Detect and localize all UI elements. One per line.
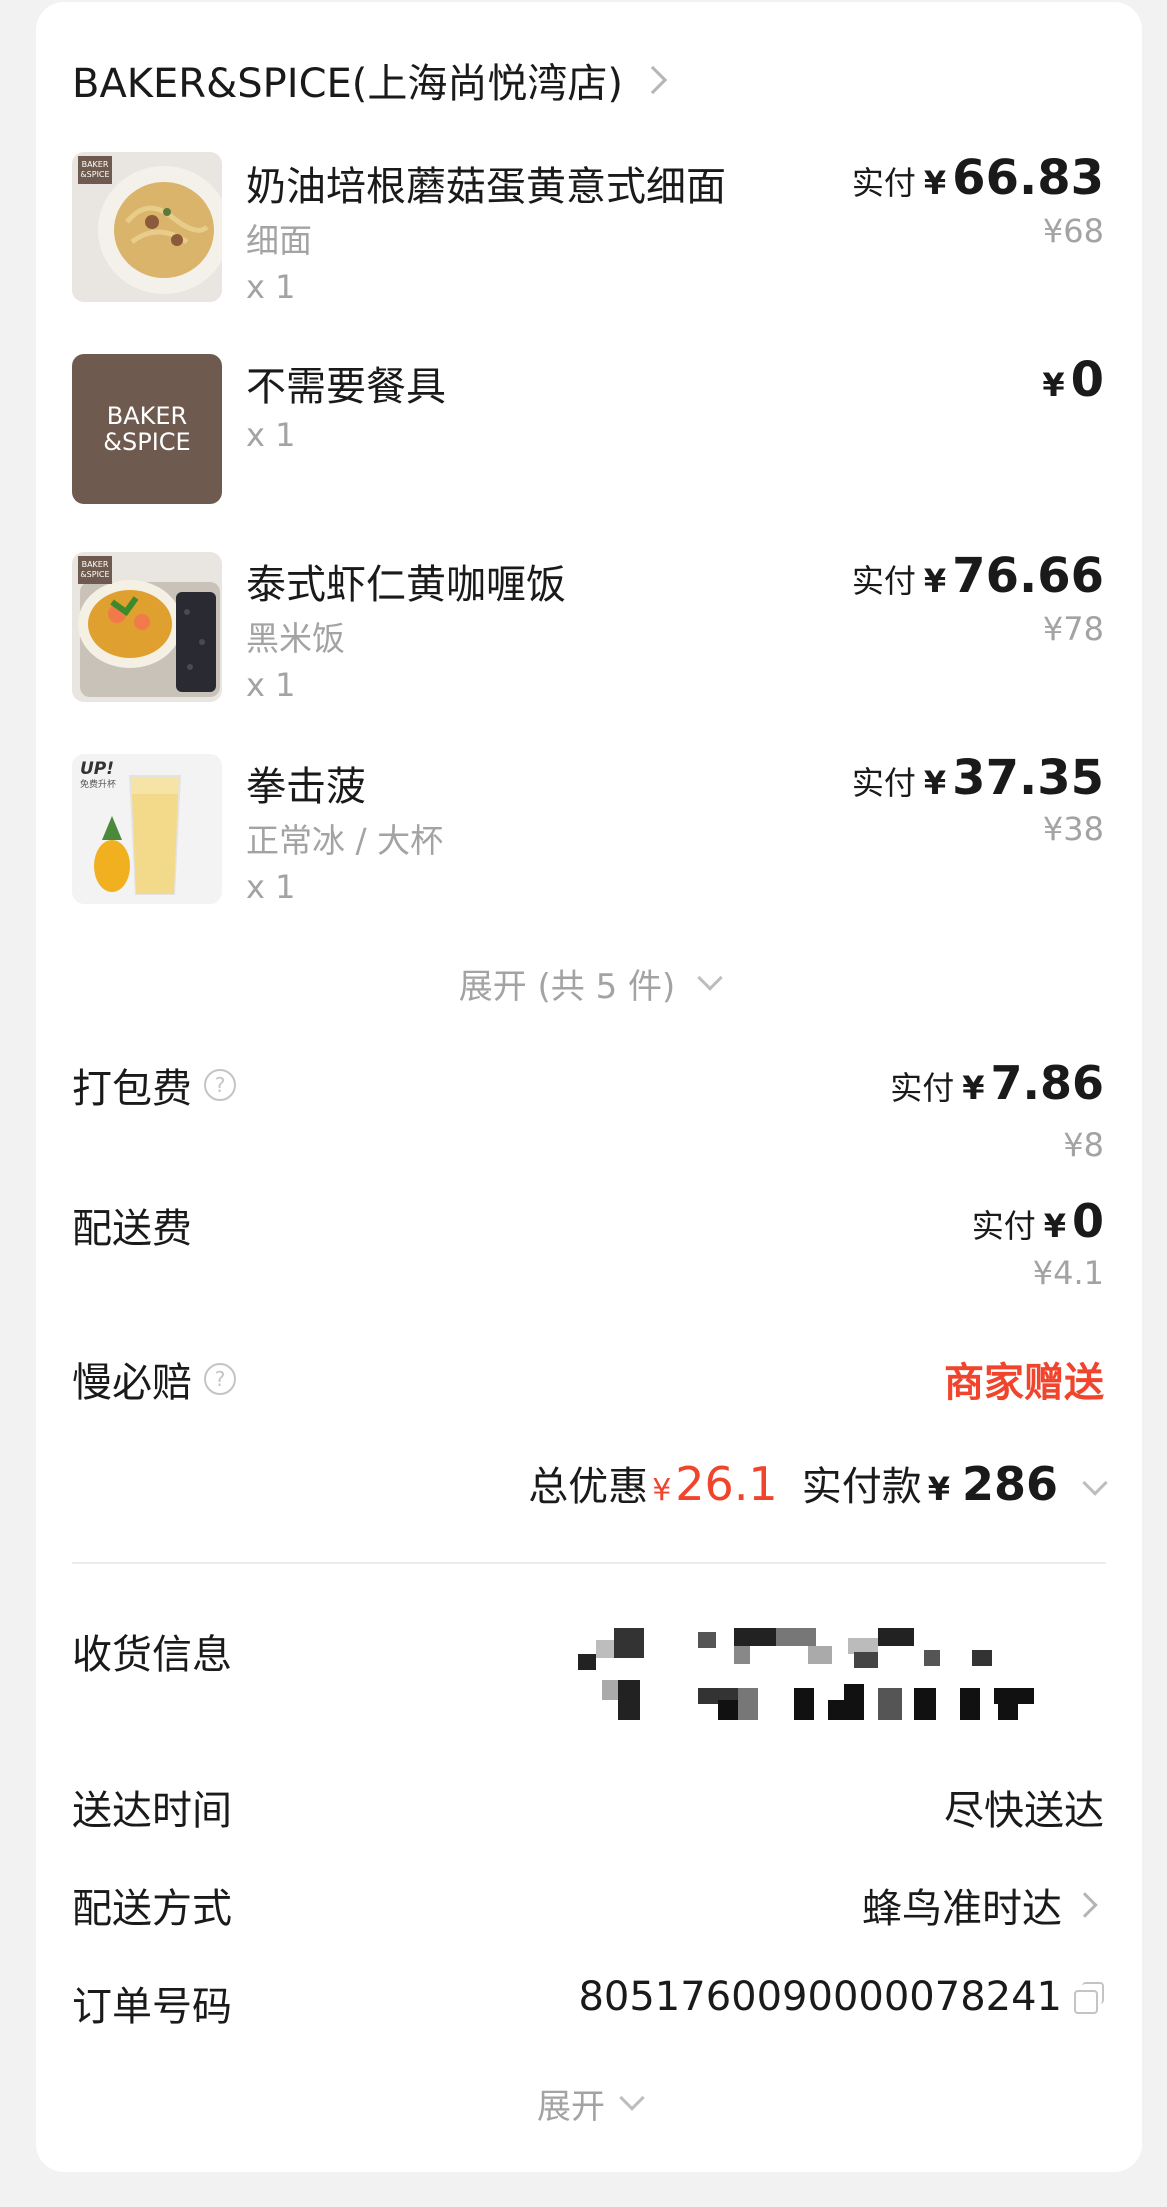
item-name: 泰式虾仁黄咖喱饭 [246,562,566,608]
curry-thumbnail[interactable]: BAKER &SPICE [72,552,222,702]
chevron-right-icon [1072,1892,1098,1918]
order-number-value: 8051760090000078241 [578,1974,1062,2020]
total-discount-amount: 26.1 [675,1457,778,1511]
help-icon[interactable]: ? [204,1363,236,1395]
currency-symbol: ¥ [923,562,947,600]
divider [72,1562,1106,1564]
currency-symbol: ¥ [923,164,947,202]
item-original-price: ¥78 [1042,610,1104,648]
currency-symbol: ¥ [923,764,947,802]
item-paid-price: 实付 ¥ 66.83 [852,150,1104,206]
currency-symbol: ¥ [1042,366,1065,404]
item-original-price: ¥68 [1042,212,1104,250]
address-label: 收货信息 [72,1632,232,1678]
order-number-label: 订单号码 [72,1984,232,2030]
expand-items-button[interactable]: 展开 (共 5 件) [36,958,1142,1008]
total-discount-label: 总优惠 [528,1464,649,1510]
paid-amount: 7.86 [990,1056,1105,1110]
packing-fee-label-row: 打包费 ? [72,1056,236,1114]
item-qty: x 1 [246,666,296,704]
delivery-method-value: 蜂鸟准时达 [862,1886,1062,1932]
item-paid-price: 实付 ¥ 76.66 [852,548,1104,604]
paid-amount: 0 [1070,352,1104,408]
svg-text:&SPICE: &SPICE [103,428,190,456]
item-qty: x 1 [246,268,296,306]
item-original-price: ¥38 [1042,810,1104,848]
merchant-gift-label: 商家赠送 [944,1360,1104,1406]
svg-text:&SPICE: &SPICE [80,570,109,579]
chevron-right-icon [638,65,668,95]
brand-logo: BAKER &SPICE [103,402,190,456]
paid-amount: 37.35 [952,750,1104,806]
order-totals[interactable]: 总优惠 ¥ 26.1 实付款 ¥ 286 [528,1454,1108,1512]
svg-text:BAKER: BAKER [82,160,109,169]
brand-logo-thumbnail[interactable]: BAKER &SPICE [72,354,222,504]
item-name: 拳击菠 [246,764,366,810]
delivery-fee-label-row: 配送费 [72,1196,192,1254]
packing-fee-label: 打包费 [72,1066,192,1112]
delivery-time-value: 尽快送达 [944,1788,1104,1834]
item-name: 不需要餐具 [246,364,446,410]
item-qty: x 1 [246,868,296,906]
chevron-down-icon [619,2085,645,2111]
help-icon[interactable]: ? [204,1069,236,1101]
delivery-time-label: 送达时间 [72,1788,232,1834]
currency-symbol: ¥ [652,1473,672,1508]
delivery-fee-original: ¥4.1 [1032,1254,1104,1292]
currency-symbol: ¥ [1043,1207,1066,1245]
svg-text:BAKER: BAKER [107,402,187,430]
expand-items-label: 展开 (共 5 件) [458,966,676,1007]
item-spec: 正常冰 / 大杯 [246,821,444,860]
order-card: BAKER&SPICE(上海尚悦湾店) BAKER &SPICE 奶油培根蘑菇蛋… [36,2,1142,2172]
delivery-fee-price: 实付 ¥ 0 [972,1194,1104,1248]
delivery-method-row[interactable]: 蜂鸟准时达 [862,1876,1104,1934]
pasta-thumbnail[interactable]: BAKER &SPICE [72,152,222,302]
copy-icon[interactable] [1074,1982,1104,2014]
redacted-address [578,1628,1034,1720]
svg-text:BAKER: BAKER [82,560,109,569]
total-paid-label: 实付款 [801,1464,922,1510]
delivery-fee-label: 配送费 [72,1206,192,1252]
currency-symbol: ¥ [927,1470,950,1508]
late-guarantee-label: 慢必赔 [72,1360,192,1406]
paid-label: 实付 [851,164,916,202]
paid-amount: 76.66 [952,548,1104,604]
store-name[interactable]: BAKER&SPICE(上海尚悦湾店) [72,51,623,109]
paid-label: 实付 [971,1207,1036,1245]
paid-label: 实付 [890,1069,955,1107]
paid-label: 实付 [851,562,916,600]
item-spec: 细面 [246,221,312,260]
paid-label: 实付 [851,764,916,802]
currency-symbol: ¥ [962,1069,985,1107]
chevron-down-icon [697,965,724,991]
order-number-row: 8051760090000078241 [578,1974,1104,2020]
expand-more-button[interactable]: 展开 [36,2078,1142,2128]
item-name: 奶油培根蘑菇蛋黄意式细面 [246,164,726,210]
item-paid-price: 实付 ¥ 37.35 [852,750,1104,806]
item-qty: x 1 [246,416,296,454]
total-paid-amount: 286 [961,1457,1058,1511]
paid-amount: 66.83 [952,150,1104,206]
upgrade-badge: UP! [80,759,114,779]
packing-fee-price: 实付 ¥ 7.86 [890,1056,1104,1110]
paid-amount: 0 [1071,1194,1104,1248]
store-header[interactable]: BAKER&SPICE(上海尚悦湾店) [72,50,668,110]
chevron-down-icon [1082,1470,1108,1496]
expand-more-label: 展开 [537,2086,605,2127]
item-spec: 黑米饭 [246,619,345,658]
late-guarantee-label-row: 慢必赔 ? [72,1350,236,1408]
item-paid-price: ¥ 0 [1042,352,1104,408]
upgrade-badge-sub: 免费升杯 [80,778,116,790]
pineapple-drink-thumbnail[interactable]: UP! 免费升杯 [72,754,222,904]
delivery-method-label: 配送方式 [72,1886,232,1932]
svg-text:&SPICE: &SPICE [80,170,109,179]
packing-fee-original: ¥8 [1063,1126,1104,1164]
